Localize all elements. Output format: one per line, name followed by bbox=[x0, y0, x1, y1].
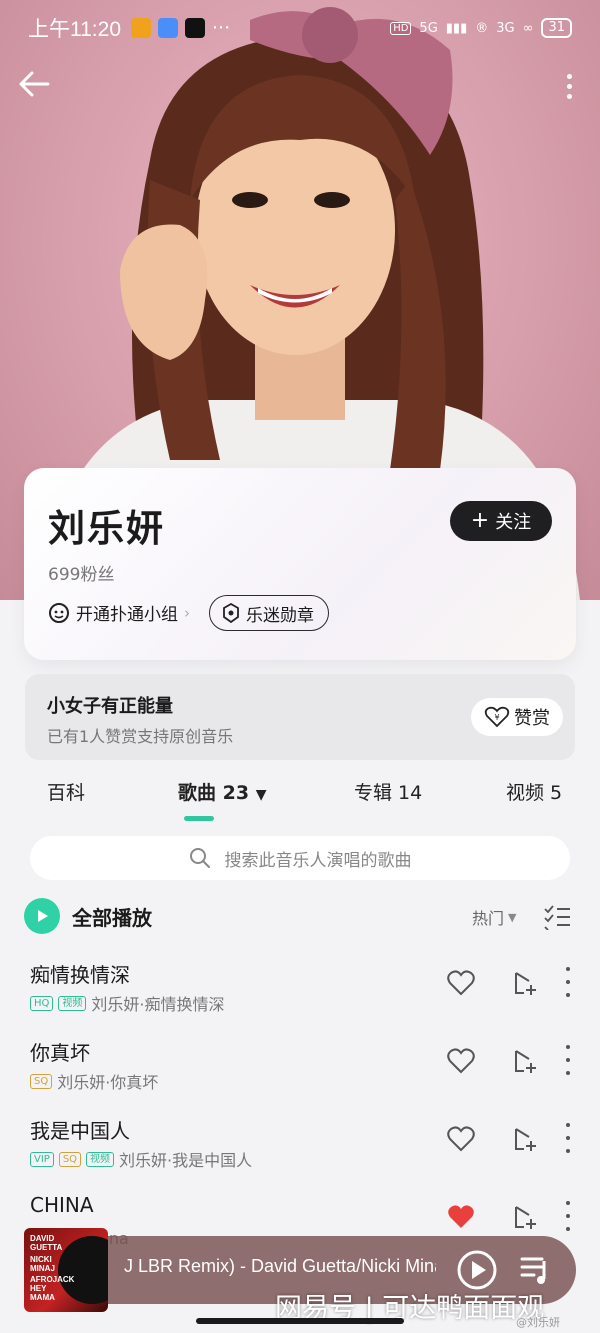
reward-banner: 小女子有正能量 已有1人赞赏支持原创音乐 ¥ 赞赏 bbox=[25, 674, 575, 760]
song-meta: HQ 视频 刘乐妍·痴情换情深 bbox=[30, 991, 224, 1015]
hd-icon: HD bbox=[390, 21, 412, 35]
reward-button[interactable]: ¥ 赞赏 bbox=[471, 698, 563, 736]
back-button[interactable] bbox=[16, 64, 56, 104]
search-icon bbox=[189, 848, 210, 868]
song-meta: SQ 刘乐妍·你真坏 bbox=[30, 1069, 158, 1093]
play-pause-icon[interactable] bbox=[456, 1249, 498, 1291]
tab-songs-label: 歌曲 23 bbox=[178, 782, 250, 804]
status-time: 上午11:20 bbox=[28, 18, 121, 41]
more-options-button[interactable] bbox=[554, 66, 584, 106]
quality-tag: SQ bbox=[30, 1073, 53, 1089]
tab-encyclopedia[interactable]: 百科 bbox=[47, 778, 85, 805]
song-more-options-icon[interactable] bbox=[562, 1123, 574, 1153]
cover-text-4: MINAJ bbox=[30, 1264, 55, 1273]
song-row[interactable]: 你真坏 SQ 刘乐妍·你真坏 bbox=[0, 1033, 600, 1111]
quality-tag: VIP bbox=[30, 1151, 54, 1167]
song-more-options-icon[interactable] bbox=[562, 1201, 574, 1231]
watermark-small: @刘乐妍 bbox=[516, 1316, 560, 1329]
play-all-label: 全部播放 bbox=[72, 905, 152, 930]
video-app-icon bbox=[158, 18, 178, 38]
add-to-queue-icon[interactable] bbox=[512, 1125, 540, 1153]
link-icon: ∞ bbox=[522, 20, 534, 36]
play-all-button[interactable]: 全部播放 bbox=[24, 898, 152, 934]
song-row[interactable]: 痴情换情深 HQ 视频 刘乐妍·痴情换情深 bbox=[0, 955, 600, 1033]
badge-label: 乐迷勋章 bbox=[246, 605, 314, 626]
cover-text-7: MAMA bbox=[30, 1293, 55, 1302]
song-more-options-icon[interactable] bbox=[562, 967, 574, 997]
active-tab-indicator bbox=[184, 816, 214, 821]
play-icon bbox=[24, 898, 60, 934]
song-meta: VIP SQ 视频 刘乐妍·我是中国人 bbox=[30, 1147, 252, 1171]
heart-icon[interactable] bbox=[446, 1125, 476, 1153]
tab-albums[interactable]: 专辑 14 bbox=[354, 778, 422, 805]
arrow-left-icon bbox=[19, 71, 50, 97]
quality-tag: 视频 bbox=[58, 995, 87, 1011]
tab-songs[interactable]: 歌曲 23 ▼ bbox=[178, 778, 266, 805]
now-playing-title: J LBR Remix) - David Guetta/Nicki Minaj bbox=[124, 1256, 436, 1276]
cover-text-1: DAVID bbox=[30, 1234, 55, 1243]
chevron-right-icon: › bbox=[184, 603, 190, 622]
fans-count: 699粉丝 bbox=[48, 565, 115, 585]
battery-icon: 31 bbox=[541, 18, 572, 38]
home-indicator[interactable] bbox=[196, 1318, 404, 1324]
quality-tag: SQ bbox=[58, 1151, 82, 1167]
registered-icon: ® bbox=[475, 20, 489, 36]
album-cover: DAVID GUETTA NICKI MINAJ AFROJACK HEY MA… bbox=[24, 1228, 108, 1312]
song-artist-album: 刘乐妍·我是中国人 bbox=[119, 1151, 253, 1170]
status-bar: 上午11:20 ··· HD 5G ▮▮▮ ® 3G ∞ 31 bbox=[0, 0, 600, 56]
sort-dropdown[interactable]: 热门 ▼ bbox=[472, 905, 516, 929]
add-to-queue-icon[interactable] bbox=[512, 969, 540, 997]
song-title: 痴情换情深 bbox=[30, 963, 130, 987]
reward-title: 小女子有正能量 bbox=[47, 696, 173, 717]
song-more-options-icon[interactable] bbox=[562, 1045, 574, 1075]
caret-down-icon: ▼ bbox=[255, 787, 267, 803]
cover-text-6: HEY bbox=[30, 1284, 47, 1293]
tab-videos[interactable]: 视频 5 bbox=[506, 778, 562, 805]
reward-subtitle: 已有1人赞赏支持原创音乐 bbox=[47, 727, 234, 746]
cover-text-2: GUETTA bbox=[30, 1243, 63, 1252]
search-placeholder: 搜索此音乐人演唱的歌曲 bbox=[224, 850, 412, 871]
fan-badge-button[interactable]: 乐迷勋章 bbox=[209, 595, 329, 631]
follow-button[interactable]: + 关注 bbox=[450, 501, 552, 541]
group-label: 开通扑通小组 bbox=[76, 605, 178, 625]
signal-bars-icon: ▮▮▮ bbox=[445, 20, 468, 36]
cover-text-3: NICKI bbox=[30, 1255, 52, 1264]
song-title: CHINA bbox=[30, 1193, 94, 1217]
artist-name: 刘乐妍 bbox=[48, 507, 165, 550]
playlist-icon[interactable] bbox=[520, 1253, 552, 1287]
heart-icon[interactable] bbox=[446, 969, 476, 997]
cover-text-5: AFROJACK bbox=[30, 1275, 75, 1284]
song-title: 你真坏 bbox=[30, 1041, 90, 1065]
add-to-queue-icon[interactable] bbox=[512, 1047, 540, 1075]
plus-icon: + bbox=[470, 508, 490, 533]
artist-info-card: 刘乐妍 699粉丝 + 关注 开通扑通小组 › 乐迷勋章 bbox=[24, 468, 576, 660]
signal-5g-icon: 5G bbox=[419, 20, 438, 36]
multi-select-icon[interactable] bbox=[543, 904, 571, 930]
song-artist-album: 刘乐妍·你真坏 bbox=[57, 1073, 159, 1092]
quality-tag: HQ bbox=[30, 995, 54, 1011]
tiktok-icon bbox=[185, 18, 205, 38]
quality-tag: 视频 bbox=[86, 1151, 115, 1167]
heart-filled-icon[interactable] bbox=[446, 1203, 476, 1231]
open-group-link[interactable]: 开通扑通小组 › bbox=[48, 600, 190, 625]
signal-3g-icon: 3G bbox=[496, 20, 515, 36]
heart-coin-icon: ¥ bbox=[484, 706, 510, 728]
weibo-icon bbox=[131, 18, 151, 38]
heart-icon[interactable] bbox=[446, 1047, 476, 1075]
more-notifications-icon: ··· bbox=[212, 17, 231, 39]
svg-text:¥: ¥ bbox=[494, 713, 499, 722]
reward-label: 赞赏 bbox=[514, 708, 550, 729]
add-to-queue-icon[interactable] bbox=[512, 1203, 540, 1231]
song-artist-album: 刘乐妍·痴情换情深 bbox=[91, 995, 225, 1014]
group-face-icon bbox=[49, 602, 69, 623]
song-search-input[interactable]: 搜索此音乐人演唱的歌曲 bbox=[30, 836, 570, 880]
song-row[interactable]: 我是中国人 VIP SQ 视频 刘乐妍·我是中国人 bbox=[0, 1111, 600, 1189]
song-title: 我是中国人 bbox=[30, 1119, 130, 1143]
vinyl-disc bbox=[58, 1236, 108, 1304]
sort-label: 热门 bbox=[472, 909, 505, 928]
follow-label: 关注 bbox=[495, 512, 532, 533]
medal-icon bbox=[223, 603, 239, 623]
caret-down-icon: ▼ bbox=[508, 910, 517, 924]
